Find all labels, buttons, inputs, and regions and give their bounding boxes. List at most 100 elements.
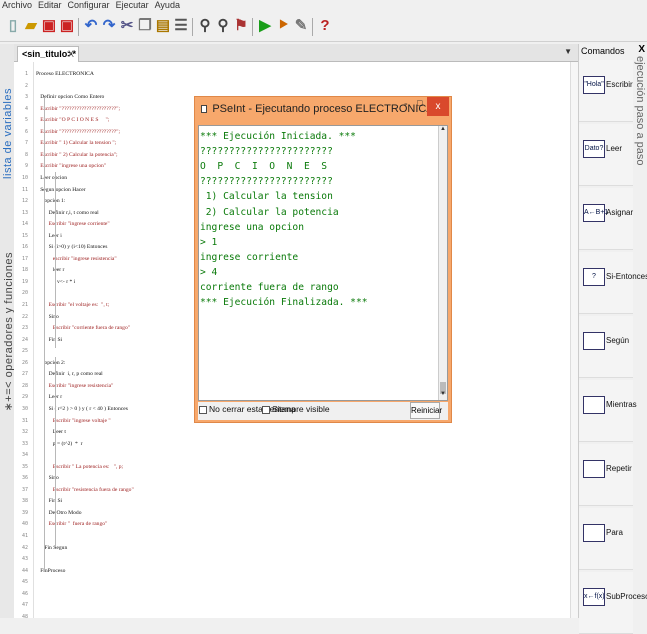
code-line[interactable]: opcion 2: [36, 359, 65, 368]
code-line[interactable]: escribir "ingrese resistencia" [36, 255, 117, 264]
copy-icon[interactable]: ❐ [136, 16, 154, 36]
command-para[interactable]: Para [579, 508, 633, 570]
code-line[interactable]: Escribir "el voltaje es: ", t; [36, 301, 110, 310]
code-line[interactable]: opcion 1: [36, 197, 65, 206]
line-number: 37 [21, 486, 28, 493]
code-line[interactable]: leer r [36, 266, 65, 275]
paste-icon[interactable]: ▤ [154, 16, 172, 36]
variables-list-tab[interactable]: lista de variables [2, 88, 14, 179]
code-line[interactable]: Definir opcion Como Entero [36, 93, 104, 102]
save-as-icon[interactable]: ▣ [58, 16, 76, 36]
code-line[interactable]: De Otro Modo [36, 509, 82, 518]
code-line[interactable]: Escribir "O P C I O N E S "; [36, 116, 109, 125]
command-escribir[interactable]: "Hola" Escribir [579, 60, 633, 122]
code-line[interactable]: Fin Segun [36, 544, 67, 553]
new-file-icon[interactable]: ▯ [4, 16, 22, 36]
code-line[interactable]: Leer t [36, 428, 66, 437]
tab-dropdown-icon[interactable]: ▼ [564, 47, 572, 56]
code-line[interactable]: Leer r [36, 393, 63, 402]
tab-sin-titulo[interactable]: <sin_titulo>* X [17, 46, 79, 62]
code-line[interactable]: Escribir "??????????????????????"; [36, 128, 120, 137]
line-number: 38 [21, 498, 28, 505]
code-line[interactable]: Definir r,i, t como real [36, 209, 99, 218]
line-number: 45 [21, 579, 28, 586]
menu-archivo[interactable]: Archivo [2, 0, 32, 10]
code-line[interactable]: Escribir "ingrese corriente" [36, 220, 110, 229]
command-seg-n[interactable]: Según [579, 316, 633, 378]
code-line[interactable]: Escribir "ingrese una opcion" [36, 162, 106, 171]
scroll-down-icon[interactable]: ▼ [439, 391, 447, 400]
code-line[interactable]: Leer opcion [36, 174, 67, 183]
indent-icon[interactable]: ☰ [172, 16, 190, 36]
console-scrollbar[interactable]: ▲ ▼ [438, 126, 447, 400]
command-mientras[interactable]: Mientras [579, 380, 637, 442]
command-repetir[interactable]: Repetir [579, 444, 633, 506]
line-number: 39 [21, 509, 28, 516]
code-line[interactable]: Fin Si [36, 497, 63, 506]
command-si-entonces[interactable]: ? Si-Entonces [579, 252, 647, 314]
undo-icon[interactable]: ↶ [82, 16, 100, 36]
cut-icon[interactable]: ✂ [118, 16, 136, 36]
restart-button[interactable]: Reiniciar [410, 402, 442, 419]
code-line[interactable]: Escribir " La potencia es: ", p; [36, 463, 123, 472]
line-number: 14 [21, 221, 28, 228]
line-number: 44 [21, 567, 28, 574]
code-line[interactable]: Definir i, r, p como real [36, 370, 103, 379]
code-line[interactable]: Leer i [36, 232, 62, 241]
line-number: 2 [24, 82, 28, 89]
command-label: Leer [606, 144, 623, 153]
menu-configurar[interactable]: Configurar [68, 0, 110, 10]
code-line[interactable]: Escribir "ingrese voltaje " [36, 417, 111, 426]
line-number: 18 [21, 267, 28, 274]
code-line[interactable]: Escribir " 2) Calcular la potencia"; [36, 151, 117, 160]
console-output[interactable]: ▲ ▼ *** Ejecución Iniciada. ***?????????… [198, 125, 448, 401]
minimize-button[interactable]: - [404, 98, 416, 110]
line-number: 10 [21, 174, 28, 181]
step-icon[interactable]: ⯈ [274, 16, 292, 36]
find-icon[interactable]: ⚲ [196, 16, 214, 36]
redo-icon[interactable]: ↷ [100, 16, 118, 36]
left-sidebar: lista de variables ∗+=< operadores y fun… [0, 44, 15, 618]
command-leer[interactable]: Dato? Leer [579, 124, 633, 186]
code-line[interactable]: Escribir "resistencia fuera de rango" [36, 486, 134, 495]
code-line[interactable]: p = (t^2) * r [36, 440, 83, 449]
command-subproceso[interactable]: x←f(x) SubProceso [579, 572, 647, 634]
step-execution-tab[interactable]: ejecución paso a paso [633, 56, 647, 256]
code-line[interactable]: Escribir "ingrese resistencia" [36, 382, 114, 391]
line-number: 27 [21, 371, 28, 378]
tab-close-icon[interactable]: X [68, 47, 74, 61]
if-then-icon: ? [583, 268, 605, 286]
run-icon[interactable]: ▶ [256, 16, 274, 36]
replace-icon[interactable]: ⚲ [214, 16, 232, 36]
line-number: 36 [21, 475, 28, 482]
menu-ejecutar[interactable]: Ejecutar [116, 0, 149, 10]
command-asignar[interactable]: A←B+1 Asignar [579, 188, 633, 250]
console-line: *** Ejecución Finalizada. *** [200, 297, 368, 309]
help-icon[interactable]: ? [316, 16, 334, 36]
code-line[interactable]: Si (i>0) y (i<10) Entonces [36, 243, 108, 252]
commands-close-icon[interactable]: X [638, 44, 645, 55]
diagram-icon[interactable]: ✎ [292, 16, 310, 36]
scroll-up-icon[interactable]: ▲ [439, 126, 447, 135]
code-line[interactable]: Escribir "??????????????????????"; [36, 105, 120, 114]
code-line[interactable]: Fin Si [36, 336, 63, 345]
close-button[interactable]: x [427, 97, 449, 116]
always-visible-checkbox[interactable] [262, 406, 270, 414]
no-close-checkbox[interactable] [199, 406, 207, 414]
open-file-icon[interactable]: ▰ [22, 16, 40, 36]
menu-editar[interactable]: Editar [38, 0, 62, 10]
code-line[interactable]: Escribir " fuera de rango" [36, 520, 108, 529]
save-icon[interactable]: ▣ [40, 16, 58, 36]
code-line[interactable]: FinProceso [36, 567, 65, 576]
editor-scrollbar[interactable] [570, 62, 578, 618]
code-line[interactable]: Escribir "corriente fuera de rango" [36, 324, 130, 333]
line-number: 35 [21, 463, 28, 470]
run-window-footer: No cerrar esta ventana Siempre visible R… [198, 402, 448, 420]
line-number: 32 [21, 429, 28, 436]
line-number: 5 [24, 117, 28, 124]
menu-ayuda[interactable]: Ayuda [155, 0, 180, 10]
code-line[interactable]: Escribir " 1) Calcular la tension "; [36, 139, 116, 148]
code-line[interactable]: Si ( r^2 ) > 0 ) y ( r < 40 ) Entonces [36, 405, 128, 414]
find-next-icon[interactable]: ⚑ [232, 16, 250, 36]
code-line[interactable]: Proceso ELECTRONICA [36, 70, 94, 79]
